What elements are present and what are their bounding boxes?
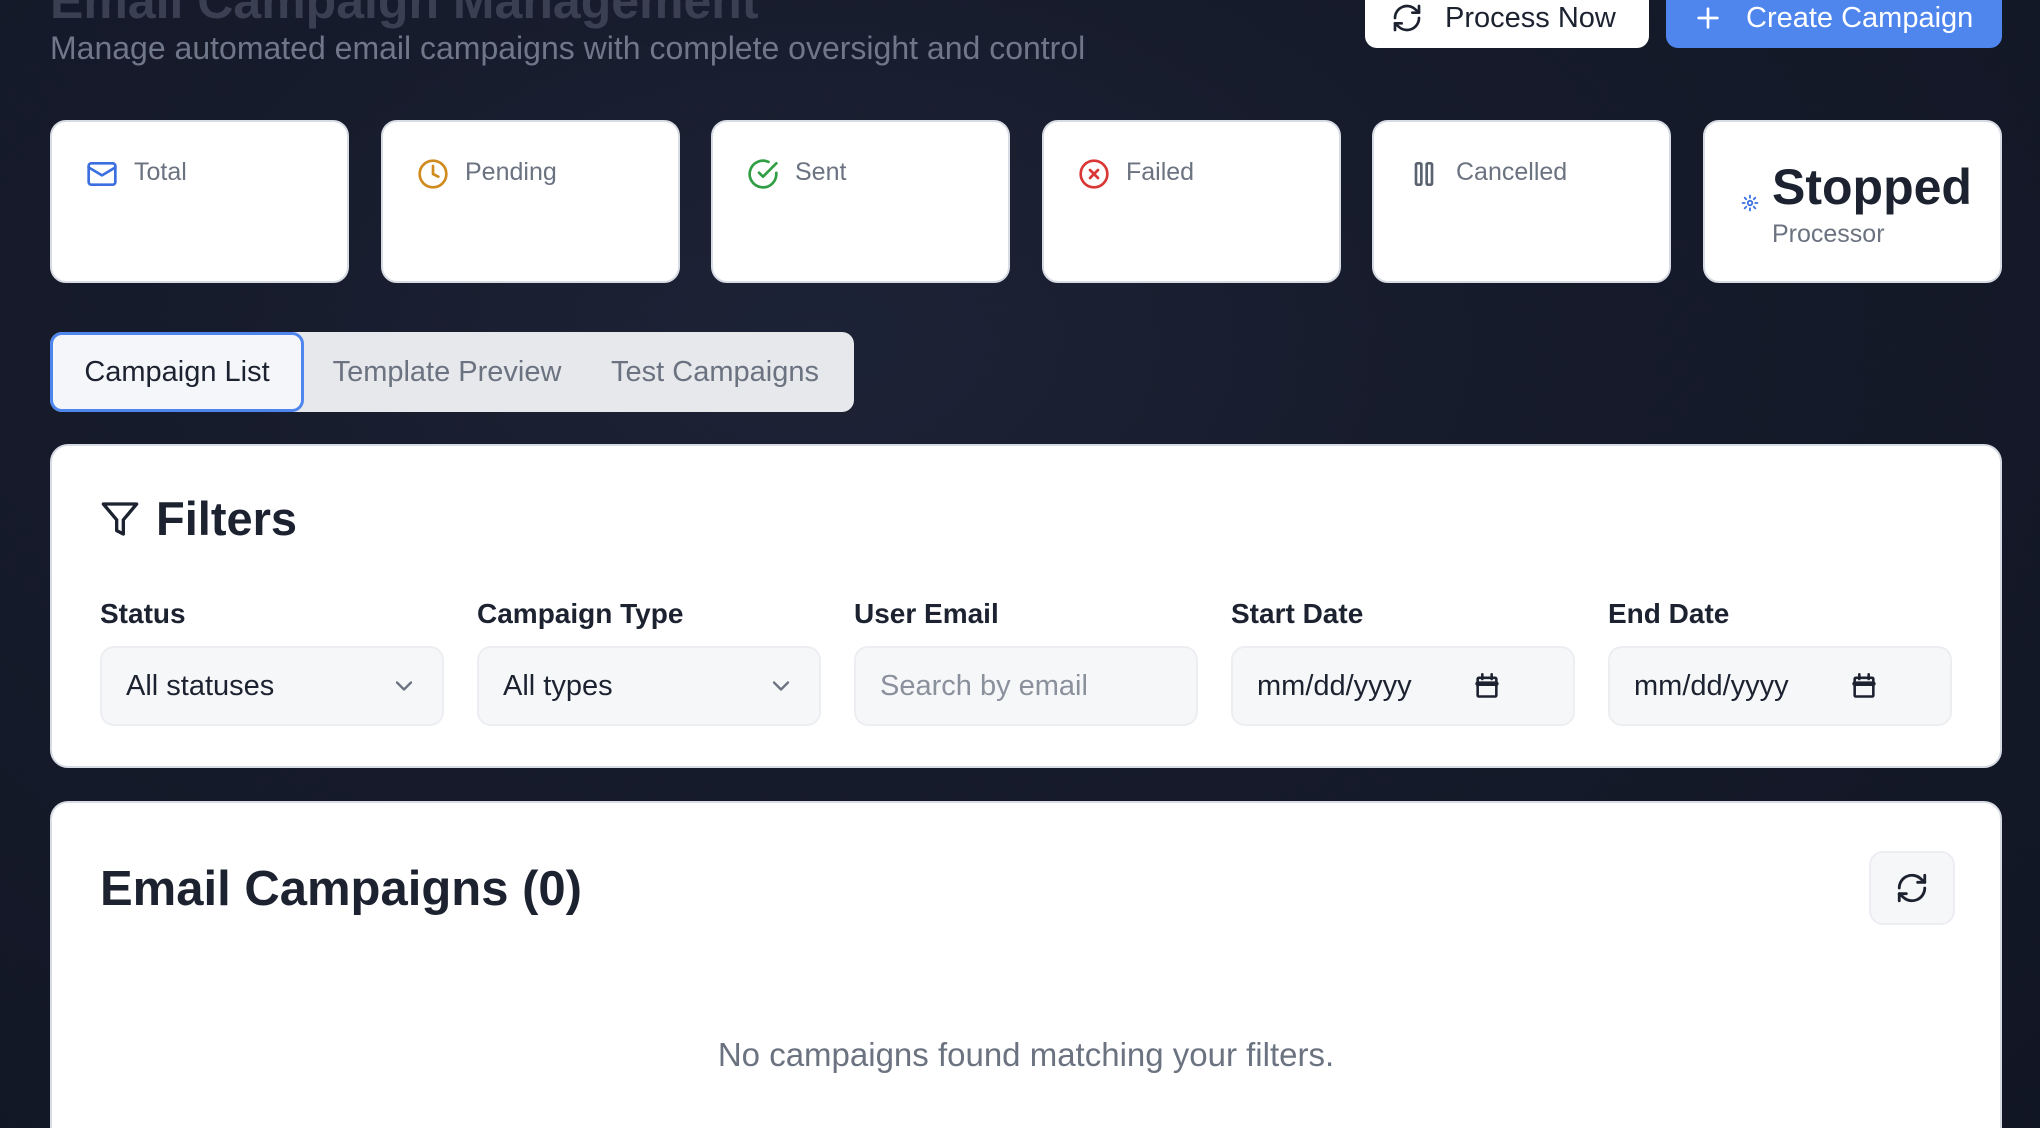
- tab-test-campaigns[interactable]: Test Campaigns: [590, 332, 840, 412]
- start-date-filter: Start Date mm/dd/yyyy: [1231, 598, 1575, 726]
- user-email-label: User Email: [854, 598, 999, 629]
- filters-heading: Filters: [100, 491, 297, 546]
- processor-status: Stopped: [1772, 159, 1972, 215]
- start-date-input[interactable]: mm/dd/yyyy: [1231, 646, 1575, 726]
- status-label: Status: [100, 598, 186, 629]
- status-value: All statuses: [126, 669, 275, 702]
- process-now-button[interactable]: Process Now: [1365, 0, 1649, 48]
- tab-campaign-list[interactable]: Campaign List: [50, 332, 304, 412]
- stat-card-failed: Failed: [1042, 120, 1341, 283]
- campaign-type-filter: Campaign Type All types: [477, 598, 821, 726]
- page-title: Email Campaign Management: [50, 0, 759, 29]
- end-date-input[interactable]: mm/dd/yyyy: [1608, 646, 1952, 726]
- plus-icon: [1697, 7, 1719, 29]
- start-date-value: mm/dd/yyyy: [1257, 669, 1412, 702]
- campaigns-title: Email Campaigns (0): [100, 862, 582, 916]
- tab-template-preview[interactable]: Template Preview: [312, 332, 582, 412]
- processor-label: Processor: [1772, 220, 1885, 248]
- refresh-button[interactable]: [1869, 851, 1955, 925]
- stat-label-total: Total: [134, 158, 187, 186]
- refresh-icon: [1897, 873, 1927, 903]
- stat-card-processor: Stopped Processor: [1703, 120, 2002, 283]
- stat-card-pending: Pending: [381, 120, 680, 283]
- create-campaign-label: Create Campaign: [1746, 1, 1974, 34]
- campaign-type-label: Campaign Type: [477, 598, 684, 629]
- end-date-label: End Date: [1608, 598, 1730, 629]
- page-subtitle: Manage automated email campaigns with co…: [50, 30, 1086, 66]
- chevron-down-icon: [395, 681, 413, 691]
- stat-label-failed: Failed: [1126, 158, 1195, 186]
- campaign-type-value: All types: [503, 669, 613, 702]
- stat-card-total: Total: [50, 120, 349, 283]
- mail-icon: [87, 162, 117, 186]
- filters-title: Filters: [156, 492, 298, 545]
- empty-state-message: No campaigns found matching your filters…: [717, 1036, 1335, 1073]
- user-email-filter: User Email Search by email: [854, 598, 1198, 726]
- stat-label-cancelled: Cancelled: [1456, 158, 1568, 186]
- refresh-icon: [1393, 4, 1421, 32]
- filter-icon: [101, 501, 139, 536]
- filters-panel: Filters Status All statuses Campaign Typ…: [50, 444, 2002, 768]
- campaign-type-select[interactable]: All types: [477, 646, 821, 726]
- end-date-filter: End Date mm/dd/yyyy: [1608, 598, 1952, 726]
- create-campaign-button[interactable]: Create Campaign: [1666, 0, 2002, 48]
- tab-bar: Campaign List Template Preview Test Camp…: [50, 332, 854, 412]
- stat-card-cancelled: Cancelled: [1372, 120, 1671, 283]
- campaigns-panel: Email Campaigns (0) No campaigns found m…: [50, 801, 2002, 1128]
- status-select[interactable]: All statuses: [100, 646, 444, 726]
- clock-icon: [418, 159, 448, 189]
- x-circle-icon: [1079, 159, 1109, 189]
- start-date-label: Start Date: [1231, 598, 1364, 629]
- check-circle-icon: [748, 159, 778, 189]
- settings-icon: [1741, 194, 1759, 212]
- chevron-down-icon: [772, 681, 790, 691]
- stat-card-sent: Sent: [711, 120, 1010, 283]
- process-now-label: Process Now: [1445, 1, 1616, 34]
- stat-label-sent: Sent: [795, 158, 847, 186]
- calendar-icon[interactable]: [1850, 672, 1878, 700]
- status-filter: Status All statuses: [100, 598, 444, 726]
- stat-label-pending: Pending: [465, 158, 557, 186]
- pause-icon: [1414, 162, 1434, 186]
- calendar-icon[interactable]: [1473, 672, 1501, 700]
- end-date-value: mm/dd/yyyy: [1634, 669, 1789, 702]
- user-email-input[interactable]: Search by email: [854, 646, 1198, 726]
